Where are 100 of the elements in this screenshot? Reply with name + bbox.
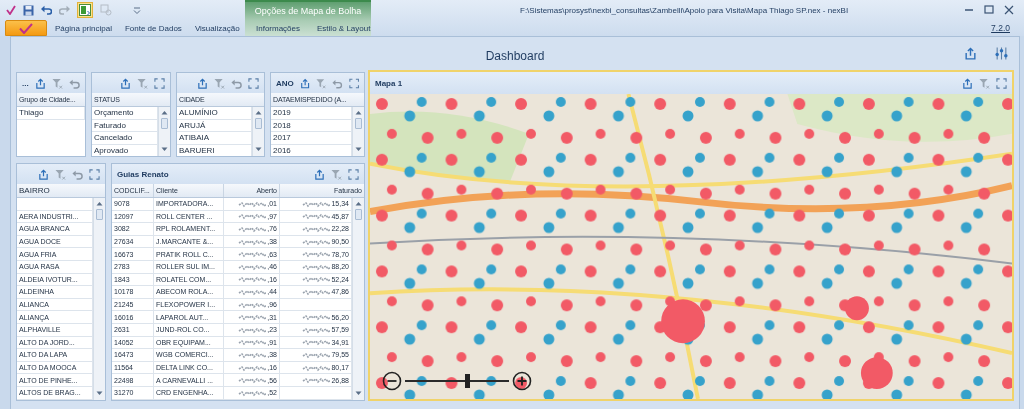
maximize-icon[interactable] (984, 5, 994, 15)
close-icon[interactable] (1004, 5, 1014, 15)
export-icon[interactable] (299, 77, 311, 89)
scroll-thumb[interactable] (161, 118, 168, 129)
undo-icon[interactable] (231, 77, 242, 89)
ribbon-tab[interactable]: Informações (250, 20, 307, 36)
ribbon-tab[interactable]: Estilo & Layout (311, 20, 377, 36)
undo-icon[interactable] (68, 77, 80, 89)
blurred-digits-drawing (302, 275, 331, 284)
blurred-digits-drawing (302, 313, 331, 322)
panel-title: Guias Renato (117, 169, 169, 179)
expand-icon[interactable] (154, 77, 165, 89)
export-icon[interactable] (197, 77, 208, 89)
undo-icon[interactable] (72, 168, 83, 180)
blurred-digits-drawing (302, 237, 331, 246)
expand-icon[interactable] (348, 168, 359, 180)
filter-clear-icon[interactable] (331, 168, 342, 180)
ribbon-tab[interactable]: Fonte de Dados (119, 20, 187, 36)
panel-caption: ... (22, 78, 29, 88)
expand-icon[interactable] (89, 168, 100, 180)
scroll-down-icon[interactable] (355, 391, 362, 396)
zoom-out-button[interactable] (382, 371, 402, 391)
panel-caption: ANO (276, 78, 294, 88)
scroll-thumb[interactable] (355, 118, 362, 129)
contextual-group-title: Opções de Mapa de Bolha (253, 5, 363, 18)
scroll-down-icon[interactable] (255, 147, 262, 152)
blurred-digits-drawing (302, 350, 331, 359)
scroll-up-icon[interactable] (161, 110, 168, 115)
filter-clear-icon[interactable] (214, 77, 225, 89)
blurred-digits-drawing (238, 313, 267, 322)
expand-icon[interactable] (996, 77, 1007, 89)
blurred-digits-drawing (238, 376, 267, 385)
blurred-digits-drawing (238, 363, 267, 372)
expand-icon[interactable] (348, 77, 359, 89)
version-link[interactable]: 7.2.0 (991, 23, 1010, 33)
scroll-up-icon[interactable] (355, 110, 362, 115)
export-icon[interactable] (120, 77, 131, 89)
filter-clear-icon[interactable] (979, 77, 990, 89)
export-icon[interactable] (964, 47, 977, 60)
scroll-thumb[interactable] (255, 118, 262, 129)
scroll-up-icon[interactable] (355, 201, 362, 206)
scrollbar[interactable] (93, 198, 105, 400)
export-icon[interactable] (34, 77, 46, 89)
blurred-digits-drawing (238, 287, 267, 296)
expand-icon[interactable] (248, 77, 259, 89)
blurred-digits-drawing (238, 388, 267, 397)
ribbon-tab[interactable]: Página principal (50, 20, 117, 36)
blurred-digits-drawing (238, 199, 267, 208)
blurred-digits-drawing (302, 376, 331, 385)
scroll-up-icon[interactable] (255, 110, 262, 115)
export-icon[interactable] (314, 168, 325, 180)
export-icon[interactable] (962, 77, 973, 89)
blurred-digits-drawing (238, 225, 267, 233)
filter-clear-icon[interactable] (137, 77, 148, 89)
filter-clear-icon[interactable] (55, 168, 66, 180)
scroll-down-icon[interactable] (96, 391, 103, 396)
blurred-digits-drawing (238, 250, 267, 259)
slider-thumb[interactable] (465, 374, 471, 388)
scrollbar[interactable] (352, 198, 364, 400)
customize-menu-icon[interactable] (133, 5, 141, 15)
blurred-digits-drawing (302, 363, 331, 372)
blurred-digits-drawing (238, 237, 267, 246)
checkmark-icon[interactable] (6, 5, 16, 15)
zoom-in-button[interactable] (512, 371, 532, 391)
scrollbar[interactable] (352, 107, 364, 156)
blurred-digits-drawing (302, 199, 331, 208)
blurred-digits-drawing (238, 325, 267, 334)
blurred-digits-drawing (238, 275, 267, 284)
scroll-down-icon[interactable] (355, 147, 362, 152)
redo-icon[interactable] (59, 5, 70, 15)
scroll-thumb[interactable] (96, 209, 103, 220)
panel-title: Mapa 1 (375, 78, 403, 88)
filter-clear-icon[interactable] (316, 77, 327, 89)
undo-icon[interactable] (41, 5, 52, 15)
export-icon[interactable] (38, 168, 49, 180)
blurred-digits-drawing (302, 250, 331, 259)
app-menu-button[interactable] (5, 20, 47, 36)
blurred-digits-drawing (302, 212, 331, 221)
window-title: F:\Sistemas\prosyst\nexbi_consultas\Zambelli\Apoio para Visita\Mapa Thiago SP.nex - nexBI (520, 5, 849, 15)
scroll-down-icon[interactable] (161, 147, 168, 152)
blurred-digits-drawing (238, 262, 267, 271)
blurred-digits-drawing (302, 338, 331, 347)
blurred-digits-drawing (238, 338, 267, 347)
table-cell: Thiago (17, 107, 85, 120)
blurred-digits-drawing (238, 212, 267, 221)
save-icon[interactable] (23, 4, 34, 16)
scroll-thumb[interactable] (355, 209, 362, 220)
blurred-digits-drawing (302, 262, 331, 271)
blurred-digits-drawing (238, 350, 267, 359)
blurred-digits-drawing (238, 300, 267, 309)
scrollbar[interactable] (252, 107, 264, 156)
scroll-up-icon[interactable] (96, 201, 103, 206)
checkmark-icon[interactable] (19, 22, 33, 34)
filter-clear-icon[interactable] (51, 77, 63, 89)
ribbon-tab[interactable]: Visualização (189, 20, 245, 36)
dashboard-title: Dashboard (485, 47, 545, 63)
scrollbar[interactable] (158, 107, 170, 156)
blurred-digits-drawing (302, 287, 331, 296)
blurred-digits-drawing (302, 325, 331, 334)
settings-icon[interactable] (995, 47, 1008, 60)
